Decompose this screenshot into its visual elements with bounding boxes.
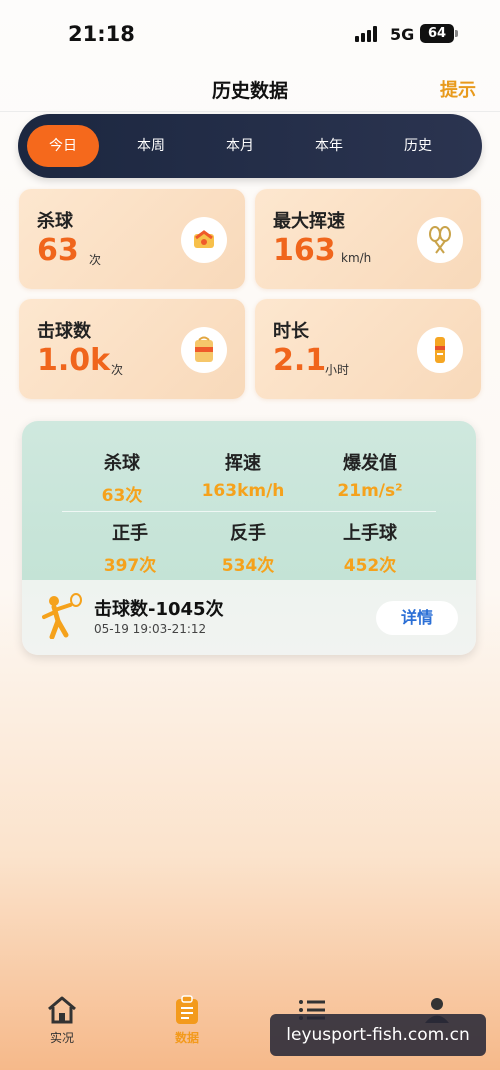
- home-icon: [27, 995, 97, 1025]
- stat-value: 163: [273, 233, 336, 268]
- network-label: 5G: [390, 25, 415, 44]
- divider: [62, 511, 436, 512]
- nav-item-data[interactable]: 数据: [152, 995, 222, 1046]
- nav-label: 实况: [49, 1031, 74, 1045]
- stat-unit: 次: [89, 253, 102, 267]
- period-tab-bar: 今日 本周 本月 本年 历史: [18, 114, 482, 178]
- hint-button[interactable]: 提示: [440, 76, 476, 102]
- stat-label: 杀球: [37, 211, 73, 232]
- metric-label: 挥速: [225, 453, 261, 474]
- metric-burst: 爆发值 21m/s²: [310, 449, 430, 501]
- stat-label: 最大挥速: [273, 211, 345, 232]
- metric-smash: 杀球 63次: [62, 449, 182, 506]
- tab-year[interactable]: 本年: [293, 125, 365, 167]
- metric-value: 21m/s²: [337, 481, 403, 501]
- tab-history[interactable]: 历史: [382, 125, 454, 167]
- stat-value: 63: [37, 233, 79, 268]
- metric-value: 397次: [103, 556, 157, 576]
- metric-value: 452次: [343, 556, 397, 576]
- tab-month[interactable]: 本月: [204, 125, 276, 167]
- metric-label: 爆发值: [343, 453, 397, 474]
- stat-card-hits[interactable]: 击球数 1.0k 次: [19, 299, 245, 399]
- stat-unit: 次: [111, 363, 124, 377]
- metric-value: 534次: [221, 556, 275, 576]
- stat-card-duration[interactable]: 时长 2.1 小时: [255, 299, 481, 399]
- status-bar: 21:18 5G 64: [0, 0, 500, 66]
- tab-today[interactable]: 今日: [27, 125, 99, 167]
- tab-week[interactable]: 本周: [115, 125, 187, 167]
- stat-unit: 小时: [325, 363, 350, 377]
- battery-icon: 64: [420, 24, 458, 43]
- metric-value: 163km/h: [201, 481, 285, 501]
- stat-card-max-speed[interactable]: 最大挥速 163 km/h: [255, 189, 481, 289]
- nav-label: 数据: [174, 1031, 199, 1045]
- page-title: 历史数据: [211, 80, 288, 102]
- clipboard-icon: [152, 995, 222, 1025]
- metric-backhand: 反手 534次: [188, 519, 308, 576]
- smash-icon: [181, 217, 227, 263]
- metric-label: 反手: [230, 523, 266, 544]
- nav-bar: 历史数据 提示: [0, 66, 500, 112]
- session-time-range: 05-19 19:03-21:12: [94, 622, 207, 636]
- watermark: leyusport-fish.com.cn: [270, 1014, 486, 1056]
- metric-label: 上手球: [343, 523, 397, 544]
- timer-icon: [417, 327, 463, 373]
- rackets-icon: [417, 217, 463, 263]
- shuttle-box-icon: [181, 327, 227, 373]
- metric-forehand: 正手 397次: [70, 519, 190, 576]
- session-title: 击球数-1045次: [94, 599, 224, 620]
- nav-item-live[interactable]: 实况: [27, 995, 97, 1046]
- metric-overhead: 上手球 452次: [310, 519, 430, 576]
- stat-unit: km/h: [341, 251, 372, 265]
- stat-card-smash[interactable]: 杀球 63 次: [19, 189, 245, 289]
- session-panel: 杀球 63次 挥速 163km/h 爆发值 21m/s² 正手 397次 反手 …: [22, 421, 476, 655]
- status-time: 21:18: [68, 22, 135, 46]
- stat-label: 时长: [273, 321, 309, 342]
- metric-value: 63次: [101, 486, 143, 506]
- stat-value: 2.1: [273, 343, 327, 378]
- badminton-player-icon: [40, 593, 84, 643]
- stat-value: 1.0k: [37, 343, 111, 378]
- signal-icon: [355, 26, 381, 42]
- metric-label: 杀球: [104, 453, 140, 474]
- metric-swing-speed: 挥速 163km/h: [183, 449, 303, 501]
- details-button[interactable]: 详情: [376, 601, 458, 635]
- stat-label: 击球数: [37, 321, 91, 342]
- metric-label: 正手: [112, 523, 148, 544]
